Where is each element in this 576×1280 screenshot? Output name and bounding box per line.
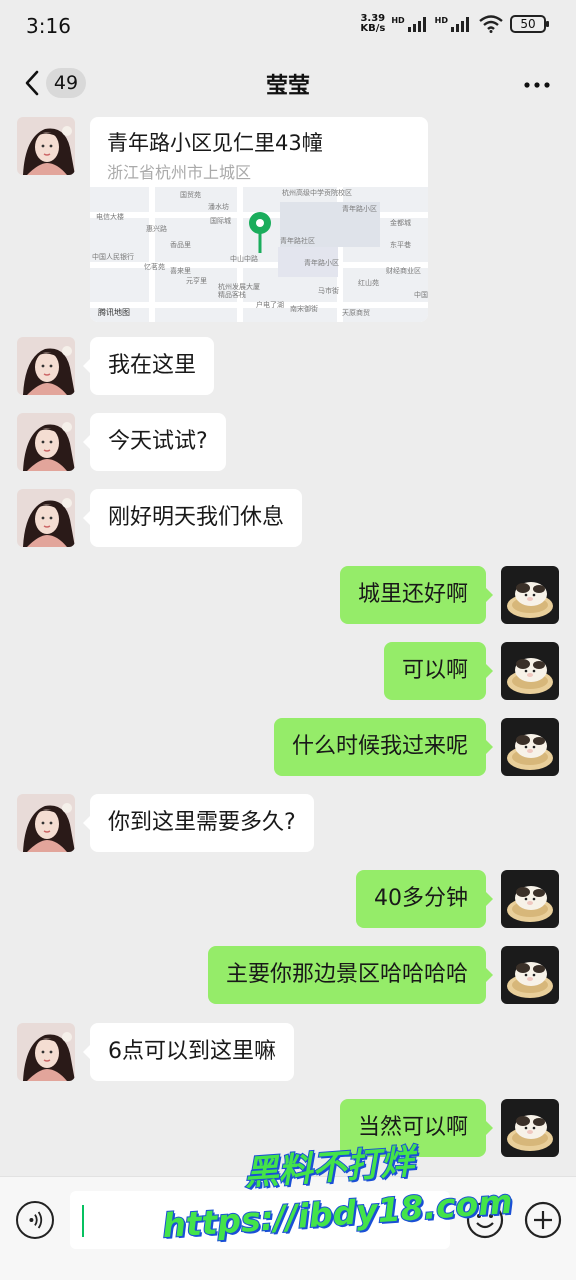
map-label: 潘水坊 — [208, 202, 229, 211]
signal-icon — [407, 17, 426, 32]
my-avatar[interactable] — [501, 566, 559, 624]
contact-avatar[interactable] — [17, 413, 75, 471]
map-label: 南宋御街 — [290, 304, 318, 313]
map-label: 中国人民银行 — [92, 252, 134, 261]
outgoing-message-bubble[interactable]: 主要你那边景区哈哈哈哈 — [207, 946, 494, 1004]
outgoing-message-bubble[interactable]: 40多分钟 — [356, 870, 493, 928]
incoming-message-bubble[interactable]: 你到这里需要多久? — [83, 794, 314, 852]
outgoing-message-bubble[interactable]: 什么时候我过来呢 — [273, 718, 494, 776]
my-avatar[interactable] — [501, 642, 559, 700]
input-bar — [0, 1176, 576, 1280]
status-bar: 3:16 3.39 KB/s HD HD 50 — [0, 0, 576, 52]
signal-icon-2 — [451, 17, 469, 32]
map-label: 金都城 — [390, 218, 411, 227]
outgoing-message-bubble[interactable]: 城里还好啊 — [339, 566, 494, 624]
network-speed-unit: KB/s — [360, 23, 386, 34]
map-label: 元亨里 — [186, 276, 207, 285]
incoming-message-bubble[interactable]: 刚好明天我们休息 — [82, 489, 303, 547]
my-avatar[interactable] — [501, 870, 559, 928]
battery-indicator: 50 — [510, 15, 549, 33]
hd-label-2: HD — [434, 16, 448, 25]
contact-avatar[interactable] — [17, 794, 75, 852]
more-dots-icon[interactable] — [522, 70, 552, 100]
status-icons: 3.39 KB/s HD HD 50 — [360, 14, 549, 34]
contact-avatar[interactable] — [17, 489, 75, 547]
map-label: 红山苑 — [358, 278, 379, 287]
map-label: 户电了湖 — [256, 300, 284, 309]
map-label: 东平巷 — [390, 240, 411, 249]
status-time: 3:16 — [26, 14, 71, 38]
map-label: 青年路小区 — [304, 258, 339, 267]
outgoing-message-bubble[interactable]: 当然可以啊 — [339, 1099, 494, 1157]
incoming-message-bubble[interactable]: 今天试试? — [83, 413, 226, 471]
outgoing-message-bubble[interactable]: 可以啊 — [383, 642, 494, 700]
map-label: 青年路社区 — [280, 236, 315, 245]
map-label: 杭州发展大厦 — [218, 282, 260, 291]
contact-avatar[interactable] — [17, 337, 75, 395]
map-provider-label: 腾讯地图 — [98, 307, 130, 317]
my-avatar[interactable] — [501, 718, 559, 776]
map-label: 中山中路 — [230, 254, 258, 263]
location-name: 青年路小区见仁里43幢 — [107, 131, 323, 155]
voice-icon[interactable] — [16, 1201, 54, 1239]
map-label: 青年路小区 — [342, 204, 377, 213]
incoming-message-bubble[interactable]: 6点可以到这里嘛 — [83, 1023, 294, 1081]
location-address: 浙江省杭州市上城区 — [107, 163, 252, 182]
message-input[interactable] — [70, 1191, 450, 1249]
map-label: 马市街 — [318, 286, 339, 295]
my-avatar[interactable] — [501, 1099, 559, 1157]
location-message-card[interactable]: 青年路小区见仁里43幢 浙江省杭州市上城区 国贸苑 杭州高级中学贡院校区 电信大… — [90, 117, 428, 322]
map-label: 精品客栈 — [218, 290, 246, 299]
wifi-icon — [479, 15, 503, 33]
map-label: 惠兴路 — [146, 224, 167, 233]
contact-avatar[interactable] — [17, 1023, 75, 1081]
map-label: 中国 — [414, 290, 428, 299]
contact-avatar[interactable] — [17, 117, 75, 175]
network-speed: 3.39 KB/s — [360, 14, 385, 34]
map-label: 国贸苑 — [180, 190, 201, 199]
map-label: 杭州高级中学贡院校区 — [282, 188, 352, 197]
map-label: 国际城 — [210, 216, 231, 225]
map-label: 香品里 — [170, 240, 191, 249]
chat-header: 49 莹莹 — [0, 56, 576, 112]
text-cursor — [82, 1205, 84, 1237]
map-label: 喜来里 — [170, 266, 191, 275]
map-label: 天原商贸 — [342, 308, 370, 317]
map-label: 电信大楼 — [96, 212, 124, 221]
location-map[interactable]: 国贸苑 杭州高级中学贡院校区 电信大楼 潘水坊 青年路小区 惠兴路 青年路社区 … — [90, 187, 428, 322]
map-label: 财经商业区 — [386, 266, 421, 275]
chat-title: 莹莹 — [265, 74, 310, 99]
plus-icon[interactable] — [524, 1201, 562, 1239]
emoji-icon[interactable] — [466, 1201, 504, 1239]
incoming-message-bubble[interactable]: 我在这里 — [82, 337, 215, 395]
my-avatar[interactable] — [501, 946, 559, 1004]
hd-label: HD — [391, 16, 405, 25]
map-label: 忆茗苑 — [144, 262, 165, 271]
